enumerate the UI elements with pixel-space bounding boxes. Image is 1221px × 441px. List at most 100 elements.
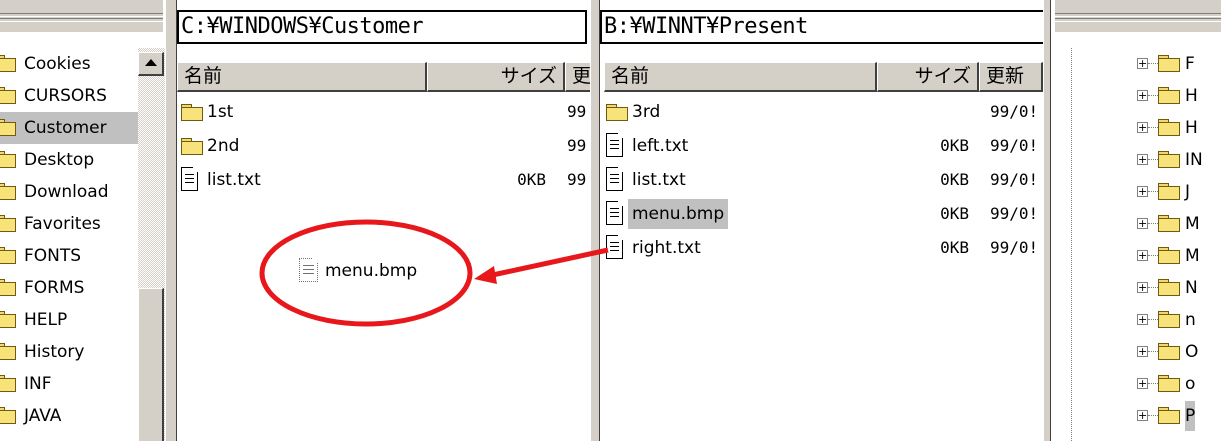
tree-item[interactable]: + J xyxy=(1131,176,1221,208)
tree-item-label: o xyxy=(1185,374,1196,394)
file-size: 0KB xyxy=(517,170,546,189)
expand-icon[interactable]: + xyxy=(1137,346,1148,357)
file-row[interactable]: right.txt 0KB 99/0! xyxy=(606,232,1043,264)
tree-item[interactable]: + F xyxy=(1131,48,1221,80)
expand-icon[interactable]: + xyxy=(1137,314,1148,325)
column-header-date[interactable]: 更新 xyxy=(979,62,1043,92)
file-row[interactable]: list.txt 0KB 99 xyxy=(181,164,590,196)
folder-icon xyxy=(606,104,628,121)
folder-icon xyxy=(0,151,16,168)
file-row[interactable]: list.txt 0KB 99/0! xyxy=(606,164,1043,196)
splitter-3[interactable] xyxy=(1043,0,1051,441)
tree-item[interactable]: Favorites xyxy=(0,208,138,240)
folder-tree: Cookies CURSORS Customer Desktop Download Fav… xyxy=(0,48,140,441)
folder-icon xyxy=(1158,375,1180,392)
column-header-name[interactable]: 名前 xyxy=(604,62,877,92)
expand-icon[interactable]: + xyxy=(1137,218,1148,229)
column-header-size[interactable]: サイズ xyxy=(877,62,979,92)
tree-item[interactable]: + n xyxy=(1131,304,1221,336)
expand-icon[interactable]: + xyxy=(1137,122,1148,133)
left-tree-panel: Cookies CURSORS Customer Desktop Download Fav… xyxy=(0,0,165,441)
tree-item[interactable]: JAVA xyxy=(0,400,138,432)
folder-icon xyxy=(0,183,16,200)
tree-item[interactable]: + H xyxy=(1131,112,1221,144)
folder-icon xyxy=(1158,215,1180,232)
folder-icon xyxy=(1158,151,1180,168)
file-row[interactable]: 2nd 99 xyxy=(181,130,590,162)
tree-connector xyxy=(1148,159,1158,160)
file-row[interactable]: 1st 99 xyxy=(181,96,590,128)
expand-icon[interactable]: + xyxy=(1137,186,1148,197)
open-folder-icon xyxy=(1158,407,1180,424)
file-name: list.txt xyxy=(207,170,261,190)
column-header-date[interactable]: 更 xyxy=(565,62,590,92)
file-row[interactable]: menu.bmp 0KB 99/0! xyxy=(606,198,1043,230)
file-size: 0KB xyxy=(940,136,969,155)
tree-item[interactable]: History xyxy=(0,336,138,368)
tree-item-label: HELP xyxy=(24,310,68,330)
column-header-size[interactable]: サイズ xyxy=(427,62,565,92)
scroll-up-button[interactable] xyxy=(138,52,164,76)
tree-item-label: INF xyxy=(24,374,52,394)
tree-item-label: Customer xyxy=(24,118,107,138)
tree-item[interactable]: + N xyxy=(1131,272,1221,304)
column-header-name[interactable]: 名前 xyxy=(177,62,427,92)
tree-item-label: H xyxy=(1185,86,1198,106)
tree-item-label: P xyxy=(1185,401,1196,431)
expand-icon[interactable]: + xyxy=(1137,250,1148,261)
tree-item[interactable]: + M xyxy=(1131,240,1221,272)
arrow-up-icon xyxy=(145,59,157,66)
expand-icon[interactable]: + xyxy=(1137,282,1148,293)
path-bar[interactable]: B:¥WINNT¥Present xyxy=(600,10,1043,44)
expand-icon[interactable]: + xyxy=(1137,410,1148,421)
tree-item[interactable]: + P xyxy=(1131,400,1221,432)
tree-item[interactable]: FORMS xyxy=(0,272,138,304)
scroll-thumb[interactable] xyxy=(138,288,164,441)
expand-icon[interactable]: + xyxy=(1137,154,1148,165)
path-bar[interactable]: C:¥WINDOWS¥Customer xyxy=(177,10,587,44)
tree-item[interactable]: CURSORS xyxy=(0,80,138,112)
tree-item[interactable]: FONTS xyxy=(0,240,138,272)
file-date: 99/0! xyxy=(990,170,1039,189)
tree-item-label: CURSORS xyxy=(24,86,107,106)
tree-connector-line xyxy=(1071,48,1072,441)
left-tree-scrollbar[interactable] xyxy=(138,48,165,441)
expand-icon[interactable]: + xyxy=(1137,90,1148,101)
splitter-1[interactable] xyxy=(165,0,177,441)
tree-item-label: F xyxy=(1185,54,1195,74)
tree-item-label: History xyxy=(24,342,85,362)
tree-item[interactable]: HELP xyxy=(0,304,138,336)
folder-icon xyxy=(0,55,16,72)
folder-icon xyxy=(1158,55,1180,72)
tree-item[interactable]: Customer xyxy=(0,112,138,144)
tree-item[interactable]: Cookies xyxy=(0,48,138,80)
tree-item[interactable]: + M xyxy=(1131,208,1221,240)
tree-item[interactable]: Desktop xyxy=(0,144,138,176)
tree-connector xyxy=(1148,287,1158,288)
tree-item[interactable]: + IN xyxy=(1131,144,1221,176)
right-tree-grip[interactable] xyxy=(1055,0,1221,32)
folder-icon xyxy=(1158,311,1180,328)
file-row[interactable]: left.txt 0KB 99/0! xyxy=(606,130,1043,162)
folder-icon xyxy=(0,343,16,360)
tree-item[interactable]: INF xyxy=(0,368,138,400)
text-file-icon xyxy=(606,201,623,225)
file-name: right.txt xyxy=(632,238,701,258)
left-tree-grip[interactable] xyxy=(0,0,163,32)
tree-connector xyxy=(1148,191,1158,192)
file-row[interactable]: 3rd 99/0! xyxy=(606,96,1043,128)
file-date: 99 xyxy=(567,102,587,121)
text-file-icon xyxy=(606,167,623,191)
file-list: 1st 99 2nd 99 list.txt 0KB 99 xyxy=(181,96,590,216)
folder-icon xyxy=(1158,87,1180,104)
tree-item[interactable]: Download xyxy=(0,176,138,208)
tree-item[interactable]: + H xyxy=(1131,80,1221,112)
splitter-2[interactable] xyxy=(590,0,600,441)
folder-icon xyxy=(181,138,203,155)
expand-icon[interactable]: + xyxy=(1137,378,1148,389)
tree-item[interactable]: + O xyxy=(1131,336,1221,368)
folder-icon xyxy=(1158,183,1180,200)
tree-connector xyxy=(1148,95,1158,96)
tree-item[interactable]: + o xyxy=(1131,368,1221,400)
expand-icon[interactable]: + xyxy=(1137,58,1148,69)
